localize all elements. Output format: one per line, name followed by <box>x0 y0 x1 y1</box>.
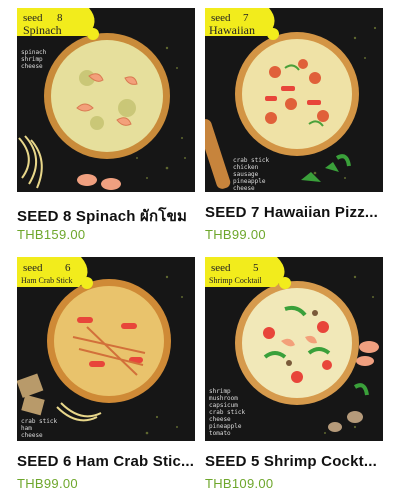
ingredient-text: cheese <box>233 185 255 192</box>
product-price: THB159.00 <box>17 227 86 242</box>
pizza-cheese <box>242 39 352 149</box>
product-name[interactable]: SEED 5 Shrimp Cockt... <box>205 453 389 470</box>
pizza-photo: seed 5 Shrimp Cocktail shrimp mushroom c… <box>205 257 383 441</box>
label-seed-text: seed <box>23 262 43 274</box>
product-price: THB99.00 <box>17 476 78 491</box>
ingredient-text: tomato <box>209 430 231 437</box>
ingredient-text: cheese <box>21 432 43 439</box>
ingredient-text: shrimp <box>21 56 43 63</box>
product-grid: seed 8 Spinach spinach shrimp cheese SEE… <box>0 0 400 491</box>
ingredient-text: spinach <box>21 49 47 56</box>
product-image[interactable]: seed 7 Hawaiian crab stick chicken sausa… <box>205 8 383 192</box>
ingredient-text: mushroom <box>209 395 238 402</box>
ingredient-text: cheese <box>209 416 231 423</box>
ingredient-text: pineapple <box>209 423 242 430</box>
label-number: 5 <box>253 262 259 274</box>
product-name[interactable]: SEED 6 Ham Crab Stic... <box>17 453 201 470</box>
label-seed-text: seed <box>211 262 231 274</box>
label-variety: Ham Crab Stick <box>21 276 73 285</box>
ingredient-text: chicken <box>233 164 259 171</box>
label-number: 6 <box>65 262 71 274</box>
ingredient-text: cheese <box>21 63 43 70</box>
product-name[interactable]: SEED 7 Hawaiian Pizz... <box>205 204 389 221</box>
ingredient-text: crab stick <box>209 409 246 416</box>
product-price: THB109.00 <box>205 476 274 491</box>
ingredient-text: sausage <box>233 171 259 178</box>
label-variety: Spinach <box>23 23 62 37</box>
pizza-photo: seed 6 Ham Crab Stick crab stick ham che… <box>17 257 195 441</box>
ingredient-text: ham <box>21 425 32 432</box>
ingredient-text: shrimp <box>209 388 231 395</box>
product-image[interactable]: seed 8 Spinach spinach shrimp cheese <box>17 8 195 192</box>
ingredient-text: crab stick <box>21 418 58 425</box>
product-name[interactable]: SEED 8 Spinach ผักโขม <box>17 204 201 228</box>
product-price: THB99.00 <box>205 227 266 242</box>
pizza-cheese <box>54 286 164 396</box>
label-variety: Hawaiian <box>209 23 255 37</box>
product-image[interactable]: seed 5 Shrimp Cocktail shrimp mushroom c… <box>205 257 383 441</box>
product-image[interactable]: seed 6 Ham Crab Stick crab stick ham che… <box>17 257 195 441</box>
pizza-photo: seed 7 Hawaiian crab stick chicken sausa… <box>205 8 383 192</box>
ingredient-text: crab stick <box>233 157 270 164</box>
ingredient-text: pineapple <box>233 178 266 185</box>
label-variety: Shrimp Cocktail <box>209 276 262 285</box>
pizza-photo: seed 8 Spinach spinach shrimp cheese <box>17 8 195 192</box>
ingredient-text: capsicum <box>209 402 238 409</box>
pizza-cheese <box>51 40 163 152</box>
